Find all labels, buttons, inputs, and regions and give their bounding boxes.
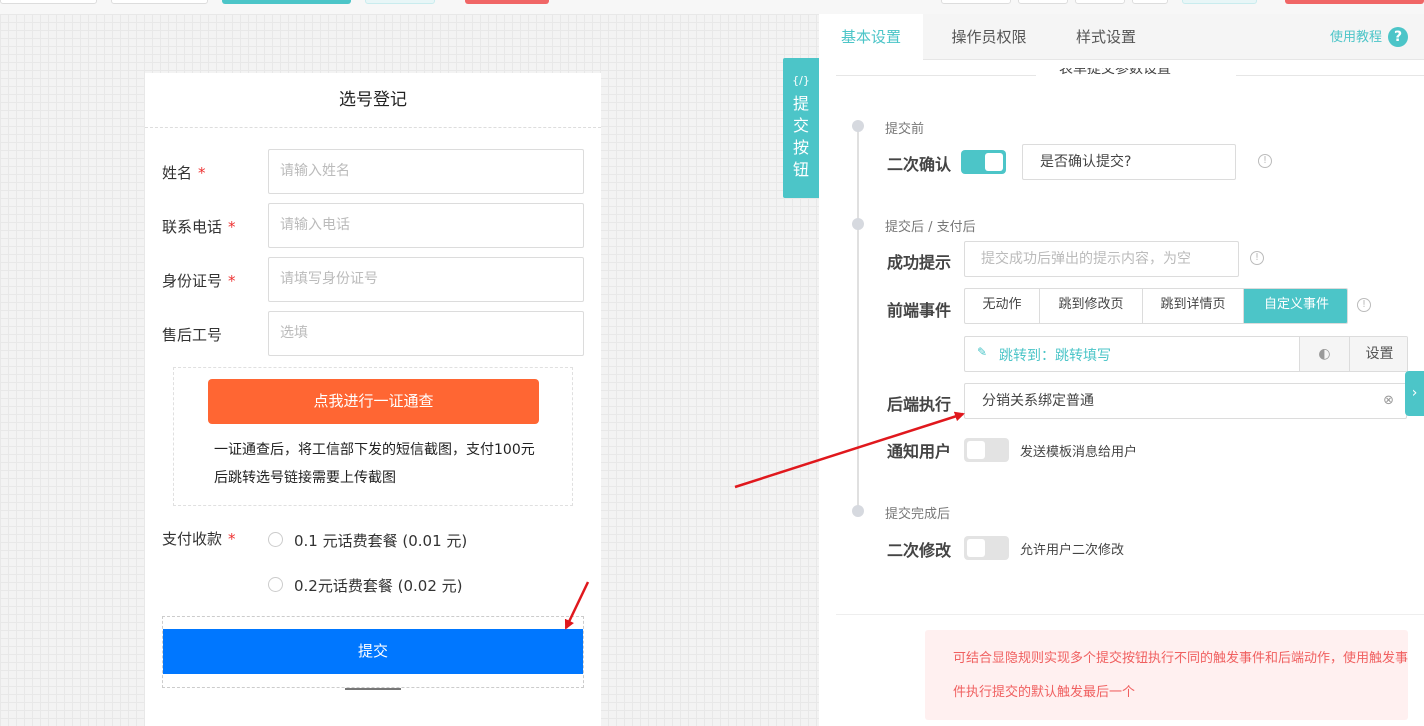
success-message-input[interactable]: 提交成功后弹出的提示内容，为空 — [964, 241, 1239, 277]
payment-option[interactable]: 0.2元话费套餐 (0.02 元) — [268, 575, 568, 595]
info-icon: ! — [1357, 298, 1371, 312]
top-toolbar — [0, 0, 1424, 14]
radio-circle[interactable] — [268, 577, 283, 592]
id-number-input[interactable]: 请填写身份证号 — [268, 257, 584, 302]
tab-operator[interactable]: 操作员权限 — [927, 14, 1051, 60]
chevron-right-icon[interactable]: › — [1405, 371, 1424, 416]
help-link[interactable]: 使用教程? — [1330, 26, 1408, 47]
toolbar-button[interactable] — [222, 0, 351, 4]
jump-config: ✎ 跳转到：跳转填写 ◐ 设置 — [964, 336, 1408, 372]
confirm-label: 二次确认 — [887, 155, 952, 174]
confirm-toggle[interactable] — [961, 150, 1006, 174]
info-icon: ! — [1250, 251, 1264, 265]
tab-style[interactable]: 样式设置 — [1054, 14, 1158, 60]
toolbar-button[interactable] — [1182, 0, 1257, 4]
divider — [836, 614, 1424, 615]
clear-icon[interactable]: ⊗ — [1383, 384, 1394, 418]
toolbar-button[interactable] — [0, 0, 97, 4]
modify-text: 允许用户二次修改 — [1020, 543, 1125, 558]
toolbar-button[interactable] — [1018, 0, 1068, 4]
event-option-detail[interactable]: 跳到详情页 — [1143, 289, 1244, 323]
promo-text: 一证通查后，将工信部下发的短信截图，支付100元后跳转选号链接需要上传截图 — [214, 442, 535, 486]
field-row-phone: 联系电话 * 请输入电话 — [162, 203, 584, 248]
payment-option[interactable]: 0.1 元话费套餐 (0.01 元) — [268, 530, 568, 550]
divider — [836, 75, 1036, 76]
backend-action-select[interactable]: 分销关系绑定普通 ⊗ — [964, 383, 1407, 419]
form-preview: 选号登记 姓名 * 请输入姓名 联系电话 * 请输入电话 身份证号 * 请填写身份证号… — [145, 73, 601, 726]
edit-icon: ✎ — [977, 345, 988, 359]
phone-input[interactable]: 请输入电话 — [268, 203, 584, 248]
success-label: 成功提示 — [887, 253, 952, 272]
settings-button[interactable]: 设置 — [1349, 337, 1407, 371]
backend-label: 后端执行 — [887, 395, 952, 414]
jump-target-link[interactable]: 跳转到：跳转填写 — [999, 345, 1111, 365]
vtab-label: 提交按钮 — [792, 94, 809, 179]
field-row-name: 姓名 * 请输入姓名 — [162, 149, 584, 194]
field-label: 售后工号 — [162, 326, 223, 344]
timeline-dot — [852, 218, 864, 230]
toolbar-button[interactable] — [111, 0, 208, 4]
payment-label: 支付收款 * — [162, 530, 236, 548]
modify-label: 二次修改 — [887, 541, 952, 560]
toolbar-button[interactable] — [1132, 0, 1168, 4]
submit-component[interactable]: 提交 — [162, 616, 584, 688]
confirm-text-input[interactable]: 是否确认提交? — [1022, 144, 1236, 180]
field-row-staff: 售后工号 选填 — [162, 311, 584, 356]
field-label: 姓名 * — [162, 164, 206, 182]
timeline-dot — [852, 120, 864, 132]
divider — [1236, 75, 1424, 76]
notify-label: 通知用户 — [887, 442, 952, 461]
stage-label: 提交前 — [885, 122, 925, 137]
field-row-id: 身份证号 * 请填写身份证号 — [162, 257, 584, 302]
code-icon: {/} — [792, 74, 810, 87]
radio-circle[interactable] — [268, 532, 283, 547]
modify-toggle[interactable] — [964, 536, 1009, 560]
submit-button[interactable]: 提交 — [163, 629, 583, 674]
help-icon: ? — [1388, 27, 1408, 47]
event-option-custom[interactable]: 自定义事件 — [1244, 289, 1347, 323]
front-event-label: 前端事件 — [887, 301, 952, 320]
event-option-none[interactable]: 无动作 — [965, 289, 1040, 323]
toolbar-button[interactable] — [1075, 0, 1125, 4]
timeline-line — [857, 125, 859, 515]
notify-toggle[interactable] — [964, 438, 1009, 462]
tab-basic[interactable]: 基本设置 — [819, 14, 923, 60]
section-title: 表单提交参数设置 — [1059, 68, 1171, 76]
form-title: 选号登记 — [145, 73, 601, 128]
toolbar-button[interactable] — [465, 0, 549, 4]
toolbar-button[interactable] — [1285, 0, 1424, 4]
notify-text: 发送模板消息给用户 — [1020, 445, 1138, 460]
toolbar-button[interactable] — [941, 0, 1011, 4]
front-event-segmented: 无动作 跳到修改页 跳到详情页 自定义事件 — [964, 288, 1348, 324]
stage-label: 提交后 / 支付后 — [885, 220, 976, 235]
submit-button-tab[interactable]: {/} 提交按钮 — [783, 58, 819, 198]
field-label: 联系电话 * — [162, 218, 236, 236]
promo-block: 点我进行一证通查 一证通查后，将工信部下发的短信截图，支付100元后跳转选号链接… — [173, 367, 573, 506]
tip-note: 可结合显隐规则实现多个提交按钮执行不同的触发事件和后端动作，使用触发事件执行提交… — [925, 630, 1408, 720]
panel-tabs: 基本设置 操作员权限 样式设置 使用教程? — [819, 14, 1424, 60]
staff-id-input[interactable]: 选填 — [268, 311, 584, 356]
info-icon: ! — [1258, 154, 1272, 168]
toolbar-button[interactable] — [365, 0, 435, 4]
palette-icon[interactable]: ◐ — [1299, 337, 1349, 371]
promo-button[interactable]: 点我进行一证通查 — [208, 379, 539, 424]
settings-panel: 基本设置 操作员权限 样式设置 使用教程? 表单提交参数设置 提交前 二次确认 … — [819, 14, 1424, 726]
event-option-edit[interactable]: 跳到修改页 — [1040, 289, 1143, 323]
timeline-dot — [852, 505, 864, 517]
name-input[interactable]: 请输入姓名 — [268, 149, 584, 194]
resize-handle[interactable] — [345, 688, 401, 690]
field-label: 身份证号 * — [162, 272, 236, 290]
stage-label: 提交完成后 — [885, 507, 951, 522]
